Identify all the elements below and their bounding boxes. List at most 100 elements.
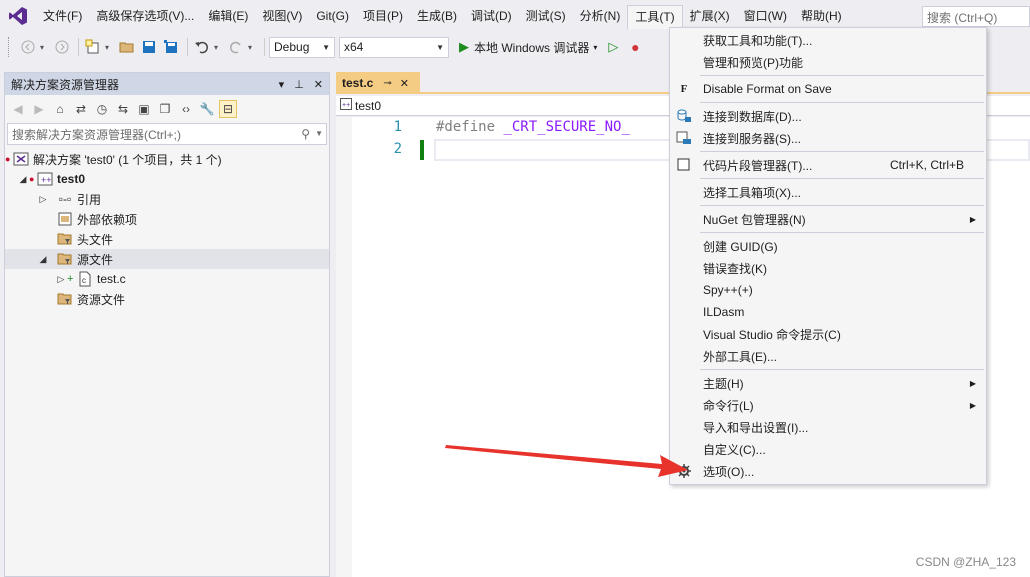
- close-tab-icon[interactable]: ✕: [400, 77, 409, 90]
- solution-platform-select[interactable]: x64 ▼: [339, 36, 449, 58]
- menu-edit[interactable]: 编辑(E): [201, 5, 255, 27]
- menu-item-disable-format[interactable]: F Disable Format on Save: [670, 78, 986, 100]
- menu-item-options[interactable]: 选项(O)...: [670, 460, 986, 482]
- menu-git[interactable]: Git(G): [309, 5, 356, 27]
- redo-icon[interactable]: [226, 37, 246, 57]
- menu-item-label: Visual Studio 命令提示(C): [703, 327, 841, 342]
- pending-changes-filter-icon[interactable]: ◷: [93, 100, 111, 118]
- save-icon[interactable]: [139, 37, 159, 57]
- menu-item-command-line[interactable]: 命令行(L) ▶: [670, 394, 986, 416]
- collapsed-arrow-icon[interactable]: ▷: [55, 274, 67, 285]
- tree-item-source-files[interactable]: ◢ 源文件: [5, 249, 329, 269]
- search-input[interactable]: 搜索 (Ctrl+Q): [922, 6, 1030, 27]
- menu-item-theme[interactable]: 主题(H) ▶: [670, 372, 986, 394]
- menu-item-connect-database[interactable]: 连接到数据库(D)...: [670, 105, 986, 127]
- expanded-arrow-icon[interactable]: ◢: [37, 254, 49, 265]
- window-position-dropdown-icon[interactable]: ▾: [279, 78, 285, 91]
- visual-studio-logo-icon[interactable]: [0, 0, 36, 32]
- external-deps-label: 外部依赖项: [77, 212, 138, 227]
- open-folder-icon[interactable]: [117, 37, 137, 57]
- tab-test-c[interactable]: test.c ⊸ ✕: [336, 72, 420, 94]
- menu-extensions[interactable]: 扩展(X): [683, 5, 737, 27]
- home-icon[interactable]: ⌂: [51, 100, 69, 118]
- preprocessor-token: #define: [436, 119, 504, 135]
- line-number: 2: [393, 141, 402, 157]
- menu-item-label: 命令行(L): [703, 398, 754, 413]
- expanded-arrow-icon[interactable]: ◢: [17, 174, 29, 185]
- show-all-files-icon[interactable]: ❐: [156, 100, 174, 118]
- menu-window[interactable]: 窗口(W): [737, 5, 794, 27]
- new-dropdown-icon[interactable]: ▾: [105, 43, 113, 52]
- menu-item-label: Disable Format on Save: [703, 82, 832, 96]
- menu-item-label: 导入和导出设置(I)...: [703, 420, 809, 435]
- undo-icon[interactable]: [192, 37, 212, 57]
- sync-icon[interactable]: ⇆: [114, 100, 132, 118]
- menu-item-spy[interactable]: Spy++(+): [670, 279, 986, 301]
- menu-project[interactable]: 项目(P): [356, 5, 410, 27]
- menu-item-get-tools[interactable]: 获取工具和功能(T)...: [670, 29, 986, 51]
- back-icon[interactable]: ◀: [9, 100, 27, 118]
- search-icon[interactable]: ⚲: [301, 127, 310, 141]
- menu-file[interactable]: 文件(F): [36, 5, 89, 27]
- tree-item-solution[interactable]: ● 解决方案 'test0' (1 个项目，共 1 个): [5, 149, 329, 169]
- menu-item-external-tools[interactable]: 外部工具(E)...: [670, 345, 986, 367]
- solution-explorer-search-input[interactable]: 搜索解决方案资源管理器(Ctrl+;) ⚲ ▼: [7, 123, 327, 145]
- menu-item-import-export[interactable]: 导入和导出设置(I)...: [670, 416, 986, 438]
- collapse-all-icon[interactable]: ▣: [135, 100, 153, 118]
- undo-dropdown-icon[interactable]: ▾: [214, 43, 222, 52]
- tree-item-resource-files[interactable]: 资源文件: [5, 289, 329, 309]
- close-icon[interactable]: ✕: [314, 78, 323, 91]
- menu-item-create-guid[interactable]: 创建 GUID(G): [670, 235, 986, 257]
- test-c-label: test.c: [97, 272, 126, 286]
- menu-tools[interactable]: 工具(T): [627, 5, 683, 29]
- save-all-icon[interactable]: [161, 37, 181, 57]
- menu-item-customize[interactable]: 自定义(C)...: [670, 438, 986, 460]
- menu-item-snippet-manager[interactable]: 代码片段管理器(T)... Ctrl+K, Ctrl+B: [670, 154, 986, 176]
- tree-item-header-files[interactable]: 头文件: [5, 229, 329, 249]
- project-label: test0: [57, 172, 86, 186]
- menu-view[interactable]: 视图(V): [255, 5, 309, 27]
- menu-item-label: 选项(O)...: [703, 464, 755, 479]
- start-without-debugging-icon[interactable]: ▷: [603, 37, 623, 57]
- solution-configuration-select[interactable]: Debug ▼: [269, 36, 335, 58]
- back-dropdown-icon[interactable]: ▾: [40, 43, 48, 52]
- play-icon: ▶: [459, 39, 469, 54]
- menu-help[interactable]: 帮助(H): [794, 5, 849, 27]
- project-scope-dropdown[interactable]: test0: [355, 99, 381, 113]
- code-line[interactable]: #define _CRT_SECURE_NO_: [436, 119, 630, 135]
- code-icon[interactable]: ‹›: [177, 100, 195, 118]
- redo-dropdown-icon[interactable]: ▾: [248, 43, 256, 52]
- forward-icon[interactable]: ▶: [30, 100, 48, 118]
- tree-item-project[interactable]: ◢ ● ++ test0: [5, 169, 329, 189]
- menu-item-vs-command-prompt[interactable]: Visual Studio 命令提示(C): [670, 323, 986, 345]
- properties-wrench-icon[interactable]: 🔧: [198, 100, 216, 118]
- menu-advanced-save[interactable]: 高级保存选项(V)...: [89, 5, 201, 27]
- menu-item-nuget[interactable]: NuGet 包管理器(N) ▶: [670, 208, 986, 230]
- menu-analyze[interactable]: 分析(N): [573, 5, 628, 27]
- search-options-dropdown-icon[interactable]: ▼: [315, 129, 323, 138]
- pin-icon[interactable]: ⊸: [383, 78, 391, 89]
- tab-label: test.c: [342, 76, 374, 90]
- collapsed-arrow-icon[interactable]: ▷: [37, 194, 49, 205]
- tree-item-external-dependencies[interactable]: 外部依赖项: [5, 209, 329, 229]
- cpp-project-icon: ++: [340, 98, 352, 113]
- tree-item-references[interactable]: ▷ ▫-▫ 引用: [5, 189, 329, 209]
- menu-item-ildasm[interactable]: ILDasm: [670, 301, 986, 323]
- hot-reload-icon[interactable]: ●: [625, 37, 645, 57]
- start-debugging-button[interactable]: ▶ 本地 Windows 调试器 ▾: [459, 39, 597, 56]
- menu-build[interactable]: 生成(B): [410, 5, 464, 27]
- tree-item-test-c[interactable]: ▷ + c test.c: [5, 269, 329, 289]
- new-project-icon[interactable]: [83, 37, 103, 57]
- toolbar-grip[interactable]: [8, 37, 12, 57]
- menu-debug[interactable]: 调试(D): [464, 5, 519, 27]
- pin-icon[interactable]: ⊥: [294, 78, 304, 91]
- menu-test[interactable]: 测试(S): [519, 5, 573, 27]
- back-icon[interactable]: [18, 37, 38, 57]
- menu-item-connect-server[interactable]: 连接到服务器(S)...: [670, 127, 986, 149]
- switch-views-icon[interactable]: ⇄: [72, 100, 90, 118]
- forward-icon[interactable]: [52, 37, 72, 57]
- menu-item-error-lookup[interactable]: 错误查找(K): [670, 257, 986, 279]
- menu-item-choose-toolbox[interactable]: 选择工具箱项(X)...: [670, 181, 986, 203]
- menu-item-manage-preview[interactable]: 管理和预览(P)功能: [670, 51, 986, 73]
- preview-selected-items-icon[interactable]: ⊟: [219, 100, 237, 118]
